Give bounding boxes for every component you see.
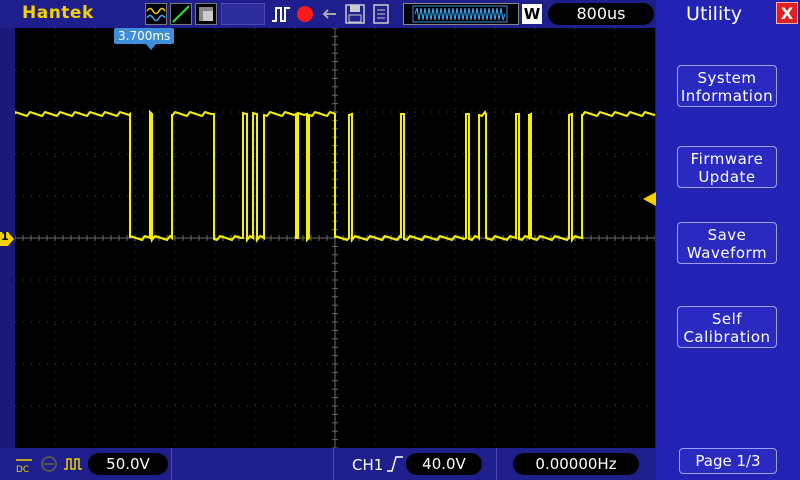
page-button[interactable]: Page 1/3 [679,448,777,474]
bottom-status-bar: DC 50.0V 40.0V 0.00000Hz [0,448,656,480]
self-calibration-button[interactable]: Self Calibration [677,306,777,348]
ch1-ground-marker[interactable]: 1 [0,230,14,246]
rising-edge-icon [387,456,403,472]
trigger-mode-badge: W [522,4,542,24]
svg-text:DC: DC [16,465,29,474]
persistence-icon[interactable] [195,3,217,25]
trigger-position-marker-icon [145,43,157,50]
menu-title: Utility [686,3,742,25]
invert-icon [64,458,82,470]
save-disk-icon[interactable] [344,3,366,25]
timebase-readout[interactable]: 800us [548,3,654,25]
arrow-left-icon[interactable] [318,3,340,25]
bandwidth-limit-icon [41,456,57,472]
file-list-icon[interactable] [370,3,392,25]
waveform-icon[interactable] [145,3,167,25]
ch1-scale-readout[interactable]: 50.0V [88,453,168,475]
trigger-level-marker-icon[interactable] [643,192,656,206]
frequency-readout: 0.00000Hz [513,453,639,475]
record-icon[interactable] [294,3,316,25]
trigger-source-label: CH1 [352,456,384,474]
pulse-trigger-icon[interactable] [270,3,292,25]
ch1-waveform-trace [14,109,656,243]
firmware-update-button[interactable]: Firmware Update [677,146,777,188]
ramp-icon[interactable] [170,3,192,25]
memory-depth-preview [403,3,519,25]
waveform-graticule [14,27,656,449]
save-waveform-button[interactable]: Save Waveform [677,222,777,264]
system-information-button[interactable]: System Information [677,65,777,107]
top-status-bar: Hantek W 800us [0,0,656,28]
close-button[interactable]: X [776,2,798,24]
menu-slot-box [221,3,265,25]
brand-logo: Hantek [22,3,94,23]
trigger-position-label: 3.700ms [114,28,175,44]
trigger-level-readout[interactable]: 40.0V [406,453,482,475]
dc-coupling-icon: DC [16,459,32,474]
scope-display [14,27,656,449]
